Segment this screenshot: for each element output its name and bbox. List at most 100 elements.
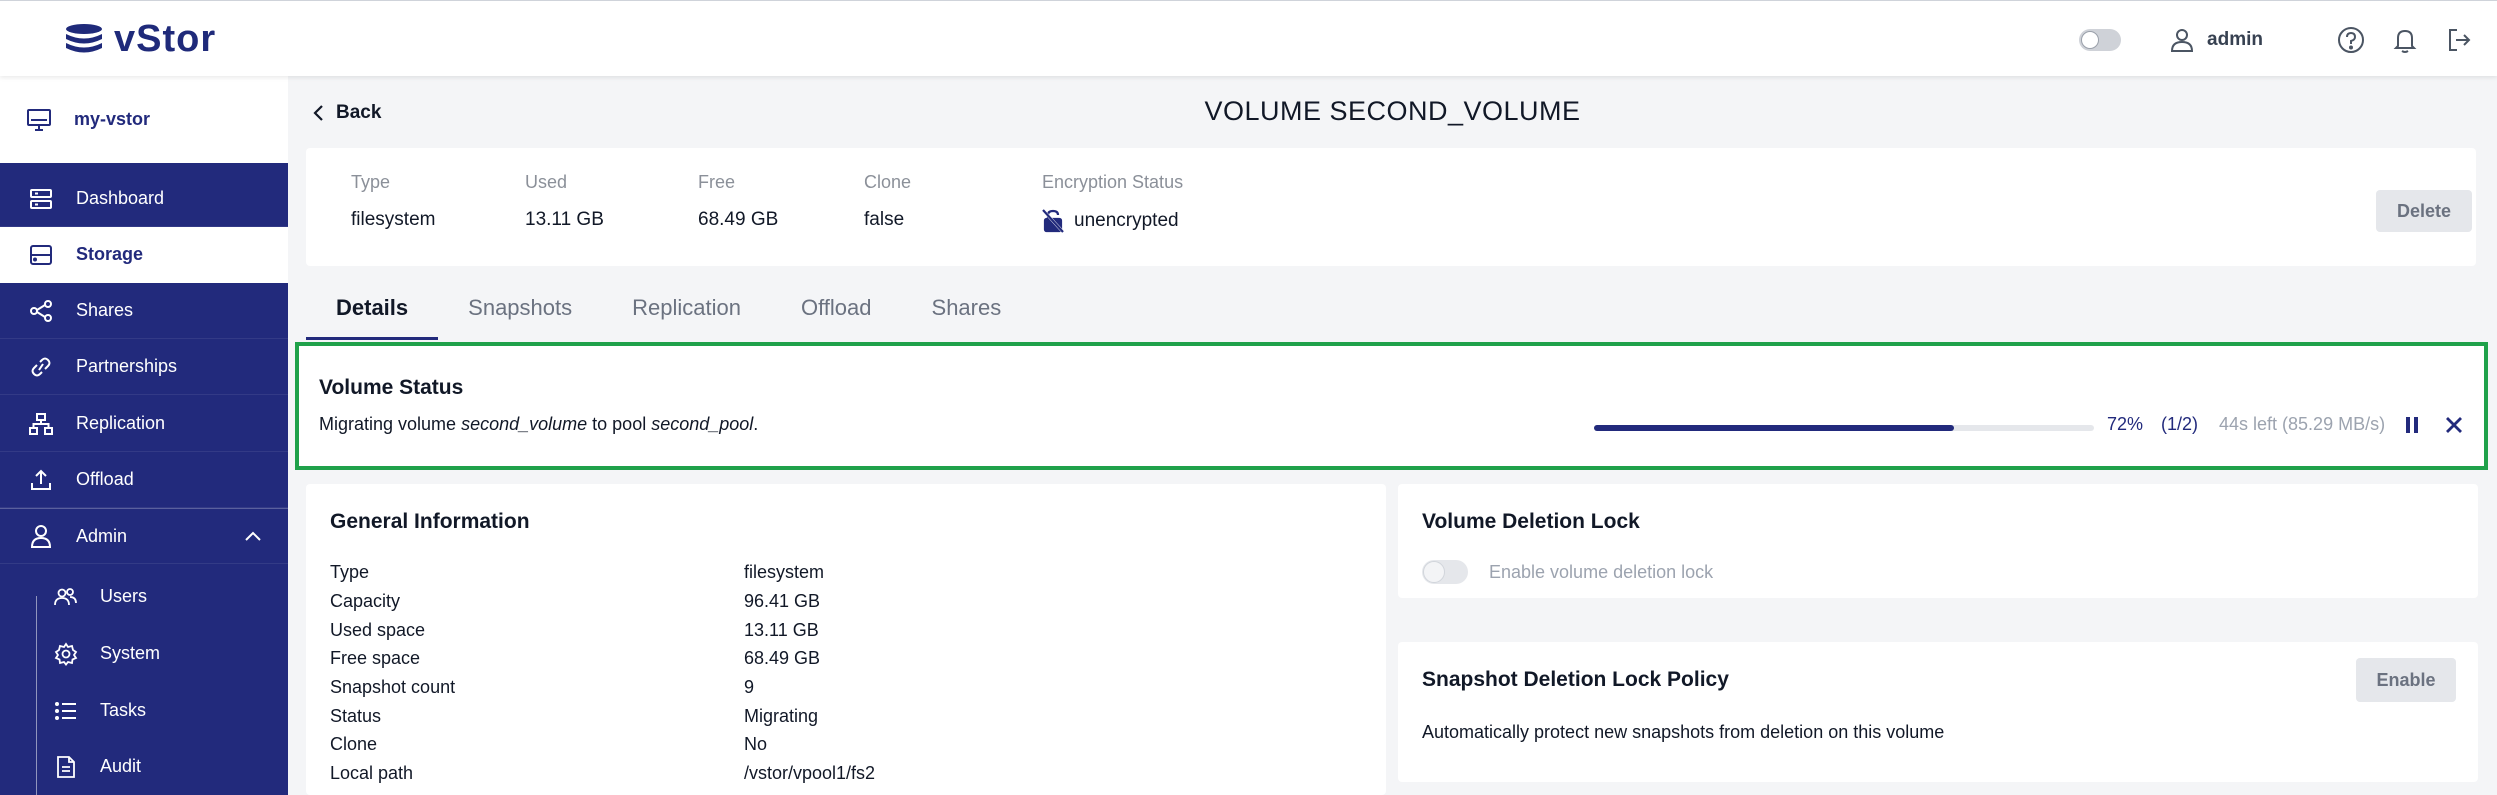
- sidebar-item-label: Users: [100, 586, 148, 606]
- sidebar-item-dashboard[interactable]: Dashboard: [0, 171, 288, 227]
- sidebar-item-label: Storage: [76, 244, 144, 264]
- msg-mid: to pool: [587, 414, 652, 434]
- info-label-local-path: Local path: [330, 763, 414, 783]
- notifications-button[interactable]: [2391, 26, 2419, 54]
- pause-icon: [2406, 417, 2418, 433]
- summary-free-value: 68.49 GB: [698, 209, 779, 230]
- sidebar-item-label: System: [100, 643, 161, 663]
- summary-type-value: filesystem: [351, 209, 436, 230]
- sidebar-item-label: Admin: [76, 525, 128, 546]
- tab-snapshots[interactable]: Snapshots: [438, 276, 602, 340]
- sidebar-item-label: Tasks: [100, 700, 147, 720]
- main-content: Back VOLUME SECOND_VOLUME Type filesyste…: [288, 76, 2497, 795]
- close-icon: [2446, 417, 2462, 433]
- cancel-migration-button[interactable]: [2445, 416, 2463, 439]
- user-menu[interactable]: admin: [2169, 27, 2263, 53]
- bell-icon: [2393, 29, 2417, 53]
- info-label-free-space: Free space: [330, 648, 421, 668]
- sidebar-item-users[interactable]: Users: [0, 568, 288, 625]
- dashboard-icon: [28, 186, 54, 212]
- sidebar-item-admin[interactable]: Admin: [0, 508, 288, 564]
- sidebar-item-label: Offload: [76, 469, 134, 489]
- summary-clone: Clone false: [864, 172, 911, 231]
- user-icon: [28, 523, 54, 549]
- pause-button[interactable]: [2405, 416, 2419, 439]
- replication-icon: [28, 411, 54, 437]
- list-icon: [54, 699, 78, 723]
- info-value-local-path: /vstor/vpool1/fs2: [744, 763, 876, 783]
- deletion-lock-title: Volume Deletion Lock: [1422, 510, 1640, 533]
- sidebar-item-partnerships[interactable]: Partnerships: [0, 339, 288, 395]
- migration-message: Migrating volume second_volume to pool s…: [319, 414, 758, 435]
- tab-details[interactable]: Details: [306, 276, 439, 340]
- toggle-knob: [1423, 561, 1445, 583]
- volume-summary: Type filesystem Used 13.11 GB Free 68.49…: [306, 148, 2476, 266]
- document-icon: [54, 755, 78, 779]
- msg-prefix: Migrating volume: [319, 414, 462, 434]
- sidebar-item-shares[interactable]: Shares: [0, 283, 288, 339]
- summary-clone-label: Clone: [864, 172, 912, 192]
- logout-icon: [2449, 29, 2471, 51]
- sidebar-item-label: Partnerships: [76, 356, 178, 376]
- tab-offload[interactable]: Offload: [771, 276, 902, 340]
- logo-text: vStor: [114, 17, 217, 60]
- info-label-clone: Clone: [330, 734, 378, 754]
- users-icon: [54, 585, 78, 609]
- link-icon: [28, 354, 54, 380]
- info-value-clone: No: [744, 734, 768, 754]
- sidebar-item-offload[interactable]: Offload: [0, 452, 288, 508]
- progress-percent: 72%: [2107, 414, 2144, 434]
- msg-volume: second_volume: [461, 414, 588, 434]
- sidebar-item-label: Dashboard: [76, 188, 165, 208]
- gear-icon: [54, 641, 78, 666]
- info-label-capacity: Capacity: [330, 591, 401, 611]
- theme-toggle[interactable]: [2079, 29, 2122, 51]
- migration-progress-bar: [1594, 425, 2094, 431]
- device-selector[interactable]: my-vstor: [0, 76, 288, 163]
- volume-status-panel: Volume Status Migrating volume second_vo…: [295, 342, 2488, 470]
- help-icon: [2338, 27, 2364, 53]
- summary-used: Used 13.11 GB: [525, 172, 604, 231]
- sidebar-item-tasks[interactable]: Tasks: [0, 682, 288, 739]
- info-label-snapshot-count: Snapshot count: [330, 677, 456, 697]
- summary-clone-value: false: [864, 209, 905, 230]
- info-label-status: Status: [330, 706, 382, 726]
- info-value-used-space: 13.11 GB: [744, 620, 819, 640]
- summary-encryption-value: unencrypted: [1074, 210, 1179, 231]
- enable-policy-button[interactable]: Enable: [2356, 658, 2456, 702]
- tab-replication[interactable]: Replication: [602, 276, 771, 340]
- snapshot-policy-title: Snapshot Deletion Lock Policy: [1422, 668, 1729, 691]
- progress-fill: [1594, 425, 1954, 431]
- help-button[interactable]: [2337, 26, 2365, 54]
- logout-button[interactable]: [2445, 26, 2473, 54]
- sidebar-item-replication[interactable]: Replication: [0, 396, 288, 452]
- tab-shares[interactable]: Shares: [902, 276, 1032, 340]
- sidebar-item-system[interactable]: System: [0, 625, 288, 682]
- summary-encryption-label: Encryption Status: [1042, 172, 1184, 192]
- logo[interactable]: vStor: [64, 17, 217, 60]
- tab-bar: Details Snapshots Replication Offload Sh…: [306, 276, 1031, 340]
- info-value-status: Migrating: [744, 706, 819, 726]
- summary-free: Free 68.49 GB: [698, 172, 778, 231]
- top-bar: vStor admin: [0, 0, 2497, 76]
- sidebar-item-storage[interactable]: Storage: [0, 227, 288, 283]
- progress-eta: 44s left (85.29 MB/s): [2219, 414, 2386, 434]
- info-label-type: Type: [330, 562, 370, 582]
- sidebar-item-audit[interactable]: Audit: [0, 738, 288, 795]
- unlock-icon: [1042, 209, 1064, 233]
- progress-step: (1/2): [2161, 414, 2199, 434]
- volume-deletion-lock-card: Volume Deletion Lock Enable volume delet…: [1398, 484, 2478, 598]
- snapshot-policy-description: Automatically protect new snapshots from…: [1422, 722, 1945, 742]
- info-label-used-space: Used space: [330, 620, 426, 640]
- chevron-up-icon: [245, 531, 261, 541]
- sidebar: my-vstor Dashboard Storage Shares Partne…: [0, 76, 288, 795]
- general-info-card: General Information Type filesystem Capa…: [306, 484, 1386, 795]
- user-icon: [2171, 29, 2194, 52]
- summary-type: Type filesystem: [351, 172, 435, 231]
- database-icon: [66, 24, 102, 53]
- delete-button[interactable]: Delete: [2376, 190, 2472, 232]
- upload-icon: [28, 467, 54, 493]
- summary-type-label: Type: [351, 172, 391, 192]
- deletion-lock-toggle-label: Enable volume deletion lock: [1489, 562, 1714, 582]
- deletion-lock-toggle[interactable]: [1422, 560, 1468, 584]
